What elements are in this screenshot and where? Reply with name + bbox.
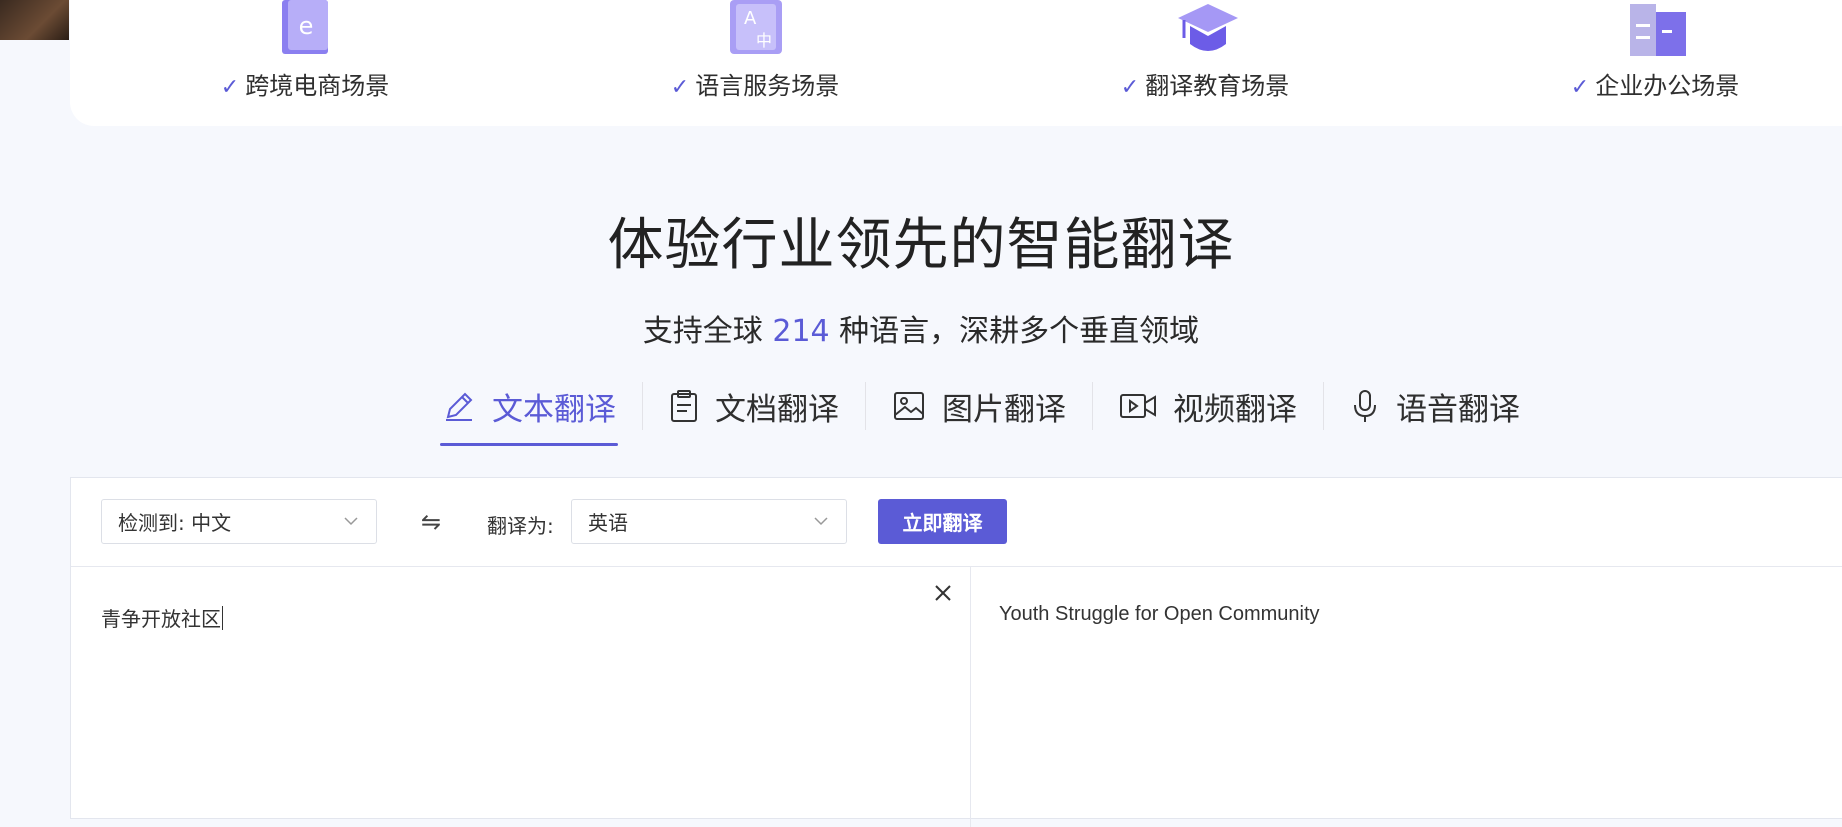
scenario-ecommerce[interactable]: e ✓ 跨境电商场景	[195, 0, 415, 101]
tab-divider	[1323, 382, 1324, 430]
tab-video-translation[interactable]: 视频翻译	[1117, 380, 1299, 432]
subtitle-text: 种语言，深耕多个垂直领域	[829, 314, 1200, 349]
language-count: 214	[772, 314, 830, 349]
tab-text-translation[interactable]: 文本翻译	[440, 380, 618, 446]
tab-divider	[865, 382, 866, 430]
corner-image	[0, 0, 69, 40]
translation-tabs: 文本翻译 文档翻译 图片翻译 视频翻译 语音翻译	[440, 380, 1522, 446]
scenario-office[interactable]: ✓ 企业办公场景	[1545, 0, 1765, 101]
text-caret	[222, 606, 223, 630]
translation-output: Youth Struggle for Open Community	[999, 603, 1320, 625]
tab-label: 视频翻译	[1173, 391, 1297, 428]
document-icon	[671, 390, 697, 422]
pane-divider	[970, 567, 971, 827]
target-language-value: 英语	[588, 511, 628, 535]
chevron-down-icon	[344, 517, 358, 526]
tab-label: 语音翻译	[1396, 391, 1520, 428]
scenario-education[interactable]: ✓ 翻译教育场景	[1095, 0, 1315, 101]
pencil-icon	[446, 392, 473, 421]
scenario-label: 企业办公场景	[1595, 72, 1740, 100]
tab-image-translation[interactable]: 图片翻译	[890, 380, 1068, 432]
video-icon	[1120, 394, 1156, 418]
shopping-bag-icon: e	[276, 0, 334, 56]
source-text-value: 青争开放社区	[101, 607, 221, 631]
translator-panel: 检测到: 中文 ⇋ 翻译为: 英语 立即翻译 青争开放社区 Youth Stru…	[70, 477, 1842, 827]
image-icon	[894, 392, 924, 420]
close-icon[interactable]	[931, 581, 955, 605]
tab-label: 文本翻译	[492, 391, 616, 428]
graduation-cap-icon	[1176, 0, 1238, 56]
svg-text:A: A	[744, 8, 757, 29]
microphone-icon	[1354, 390, 1376, 422]
tab-divider	[1092, 382, 1093, 430]
target-language-select[interactable]: 英语	[571, 499, 847, 544]
source-text-input[interactable]: 青争开放社区	[101, 603, 223, 632]
office-building-icon	[1626, 0, 1686, 56]
scenario-label: 跨境电商场景	[245, 72, 390, 100]
svg-text:中: 中	[756, 31, 772, 50]
translator-toolbar: 检测到: 中文 ⇋ 翻译为: 英语 立即翻译	[71, 478, 1842, 567]
tab-label: 文档翻译	[715, 391, 839, 428]
tab-divider	[642, 382, 643, 430]
page-title: 体验行业领先的智能翻译	[607, 213, 1235, 278]
translate-button[interactable]: 立即翻译	[878, 499, 1007, 544]
source-language-value: 检测到: 中文	[118, 511, 232, 535]
scenario-label: 翻译教育场景	[1145, 72, 1290, 100]
tab-voice-translation[interactable]: 语音翻译	[1348, 380, 1522, 432]
swap-languages-button[interactable]: ⇋	[421, 508, 441, 536]
svg-text:e: e	[299, 12, 314, 40]
target-language-label: 翻译为:	[487, 514, 554, 538]
translate-language-icon: A 中	[726, 0, 784, 56]
scenario-label: 语言服务场景	[695, 72, 840, 100]
chevron-down-icon	[814, 517, 828, 526]
scenario-language-service[interactable]: A 中 ✓ 语言服务场景	[645, 0, 865, 101]
page-subtitle: 支持全球 214 种语言，深耕多个垂直领域	[0, 306, 1842, 350]
subtitle-text: 支持全球	[642, 314, 773, 349]
tab-label: 图片翻译	[942, 391, 1066, 428]
scenario-card: e ✓ 跨境电商场景 A 中 ✓ 语言服务场景 ✓ 翻译教育场景 ✓ 企业办公场…	[70, 0, 1842, 126]
source-language-select[interactable]: 检测到: 中文	[101, 499, 377, 544]
tab-document-translation[interactable]: 文档翻译	[667, 380, 841, 432]
